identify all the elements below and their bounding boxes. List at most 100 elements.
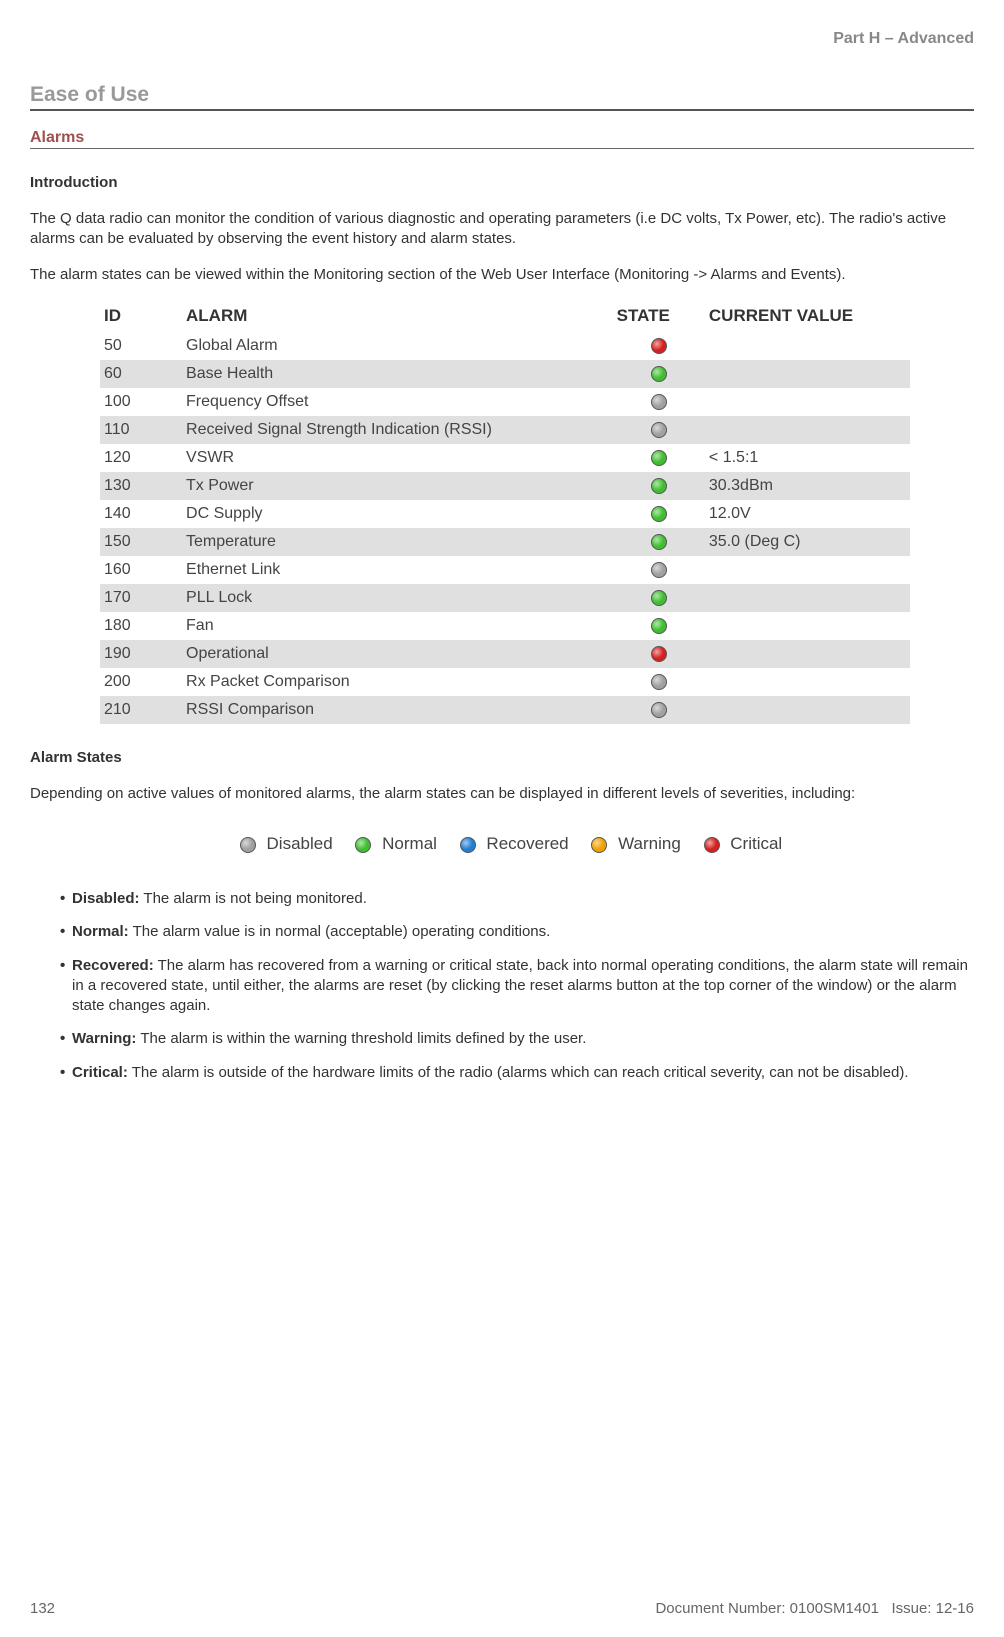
table-row: 110Received Signal Strength Indication (…	[100, 416, 910, 444]
subsection-alarms: Alarms	[30, 129, 974, 149]
cell-id: 180	[100, 612, 182, 640]
state-dot-icon	[651, 534, 667, 550]
cell-value: < 1.5:1	[705, 444, 910, 472]
cell-value: 35.0 (Deg C)	[705, 528, 910, 556]
cell-value: 30.3dBm	[705, 472, 910, 500]
table-row: 120VSWR < 1.5:1	[100, 444, 910, 472]
cell-state	[613, 528, 705, 556]
cell-alarm: Global Alarm	[182, 332, 613, 360]
cell-alarm: PLL Lock	[182, 584, 613, 612]
heading-alarm-states: Alarm States	[30, 749, 974, 766]
doc-info: Document Number: 0100SM1401 Issue: 12-16	[655, 1600, 974, 1617]
warning-icon	[591, 837, 607, 853]
th-id: ID	[100, 300, 182, 332]
cell-alarm: VSWR	[182, 444, 613, 472]
cell-state	[613, 668, 705, 696]
cell-value	[705, 332, 910, 360]
disabled-icon	[240, 837, 256, 853]
table-row: 200Rx Packet Comparison	[100, 668, 910, 696]
definition-desc: The alarm has recovered from a warning o…	[72, 957, 968, 1015]
cell-id: 60	[100, 360, 182, 388]
cell-value	[705, 416, 910, 444]
cell-alarm: Temperature	[182, 528, 613, 556]
alarm-table: ID ALARM STATE CURRENT VALUE 50Global Al…	[100, 300, 910, 724]
table-row: 180Fan	[100, 612, 910, 640]
cell-id: 140	[100, 500, 182, 528]
state-dot-icon	[651, 366, 667, 382]
cell-id: 100	[100, 388, 182, 416]
table-row: 190Operational	[100, 640, 910, 668]
doc-issue: Issue: 12-16	[891, 1600, 974, 1617]
definition-desc: The alarm is outside of the hardware lim…	[128, 1064, 909, 1081]
cell-state	[613, 612, 705, 640]
state-dot-icon	[651, 450, 667, 466]
cell-id: 170	[100, 584, 182, 612]
table-row: 210RSSI Comparison	[100, 696, 910, 724]
cell-state	[613, 640, 705, 668]
cell-id: 110	[100, 416, 182, 444]
definition-term: Normal:	[72, 923, 129, 940]
cell-alarm: Tx Power	[182, 472, 613, 500]
cell-id: 50	[100, 332, 182, 360]
state-dot-icon	[651, 422, 667, 438]
section-ease-of-use: Ease of Use	[30, 83, 974, 111]
state-dot-icon	[651, 506, 667, 522]
table-row: 150Temperature35.0 (Deg C)	[100, 528, 910, 556]
table-row: 170PLL Lock	[100, 584, 910, 612]
cell-alarm: Ethernet Link	[182, 556, 613, 584]
cell-value	[705, 584, 910, 612]
cell-id: 120	[100, 444, 182, 472]
state-dot-icon	[651, 562, 667, 578]
part-label: Part H – Advanced	[30, 30, 974, 48]
cell-alarm: Frequency Offset	[182, 388, 613, 416]
state-dot-icon	[651, 646, 667, 662]
cell-alarm: DC Supply	[182, 500, 613, 528]
cell-alarm: Operational	[182, 640, 613, 668]
cell-alarm: RSSI Comparison	[182, 696, 613, 724]
states-intro-paragraph: Depending on active values of monitored …	[30, 784, 974, 804]
legend-critical: Critical	[730, 834, 782, 853]
state-dot-icon	[651, 618, 667, 634]
th-state: STATE	[613, 300, 705, 332]
table-row: 140DC Supply 12.0V	[100, 500, 910, 528]
cell-alarm: Rx Packet Comparison	[182, 668, 613, 696]
table-row: 50Global Alarm	[100, 332, 910, 360]
cell-value	[705, 388, 910, 416]
page-footer: 132 Document Number: 0100SM1401 Issue: 1…	[30, 1600, 974, 1617]
cell-state	[613, 332, 705, 360]
legend-warning: Warning	[618, 834, 681, 853]
doc-number: Document Number: 0100SM1401	[655, 1600, 878, 1617]
intro-paragraph-1: The Q data radio can monitor the conditi…	[30, 209, 974, 250]
definition-desc: The alarm value is in normal (acceptable…	[129, 923, 551, 940]
heading-introduction: Introduction	[30, 174, 974, 191]
list-item: Recovered: The alarm has recovered from …	[60, 956, 974, 1017]
recovered-icon	[460, 837, 476, 853]
legend-normal: Normal	[382, 834, 437, 853]
legend-recovered: Recovered	[486, 834, 568, 853]
cell-state	[613, 696, 705, 724]
list-item: Warning: The alarm is within the warning…	[60, 1029, 974, 1049]
list-item: Normal: The alarm value is in normal (ac…	[60, 922, 974, 942]
cell-value	[705, 612, 910, 640]
definition-term: Disabled:	[72, 890, 140, 907]
cell-value	[705, 668, 910, 696]
cell-state	[613, 500, 705, 528]
cell-value: 12.0V	[705, 500, 910, 528]
cell-id: 160	[100, 556, 182, 584]
cell-id: 210	[100, 696, 182, 724]
cell-state	[613, 584, 705, 612]
cell-alarm: Received Signal Strength Indication (RSS…	[182, 416, 613, 444]
definition-term: Recovered:	[72, 957, 154, 974]
cell-state	[613, 444, 705, 472]
list-item: Critical: The alarm is outside of the ha…	[60, 1063, 974, 1083]
definition-term: Critical:	[72, 1064, 128, 1081]
cell-value	[705, 360, 910, 388]
intro-paragraph-2: The alarm states can be viewed within th…	[30, 265, 974, 285]
definitions-list: Disabled: The alarm is not being monitor…	[30, 889, 974, 1083]
definition-desc: The alarm is not being monitored.	[140, 890, 367, 907]
state-dot-icon	[651, 590, 667, 606]
cell-value	[705, 640, 910, 668]
cell-state	[613, 416, 705, 444]
list-item: Disabled: The alarm is not being monitor…	[60, 889, 974, 909]
cell-state	[613, 360, 705, 388]
